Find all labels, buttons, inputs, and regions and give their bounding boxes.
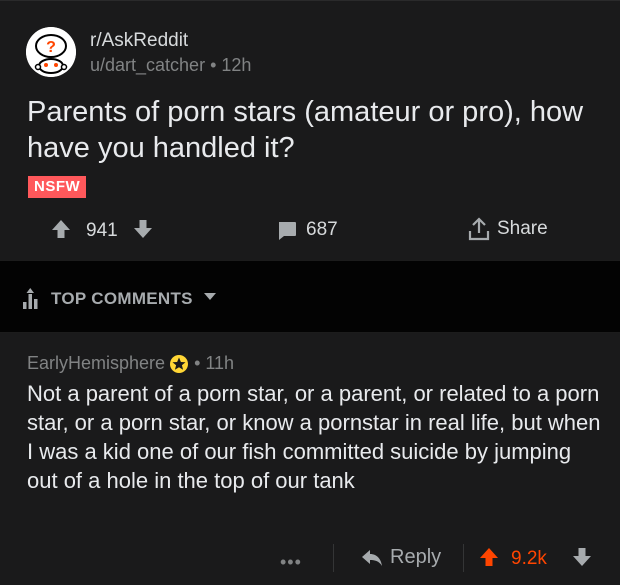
- share-icon: [468, 217, 490, 241]
- reply-icon: [362, 549, 382, 566]
- sort-label[interactable]: TOP COMMENTS: [51, 289, 193, 309]
- divider: [333, 544, 334, 572]
- share-button[interactable]: Share: [467, 216, 548, 242]
- svg-text:?: ?: [46, 39, 56, 56]
- comments-button[interactable]: 687: [276, 219, 338, 241]
- sort-top-icon: [23, 288, 38, 309]
- comment-icon: [279, 222, 296, 240]
- post-age: 12h: [221, 55, 252, 75]
- comment-count: 687: [306, 219, 338, 240]
- comment-downvote-button[interactable]: [571, 546, 593, 573]
- downvote-icon: [134, 220, 152, 238]
- comment-actions: ••• Reply 9.2k: [0, 538, 620, 578]
- upvote-icon: [480, 548, 498, 566]
- subreddit-avatar[interactable]: ?: [26, 27, 76, 77]
- comment-meta: EarlyHemisphere • 11h: [27, 353, 234, 374]
- reddit-snoo-question-icon: ?: [26, 27, 76, 77]
- comment-card: EarlyHemisphere • 11h Not a parent of a …: [0, 333, 620, 585]
- comment-author[interactable]: EarlyHemisphere: [27, 353, 165, 374]
- comment-sort-bar[interactable]: TOP COMMENTS: [0, 260, 620, 333]
- award-icon: [170, 354, 189, 373]
- post-upvote-button[interactable]: [50, 218, 72, 240]
- post-downvote-button[interactable]: [132, 218, 154, 245]
- comment-body: Not a parent of a porn star, or a parent…: [27, 381, 601, 493]
- reply-button[interactable]: Reply: [360, 546, 441, 569]
- nsfw-badge: NSFW: [28, 176, 87, 198]
- caret-down-icon[interactable]: [203, 292, 217, 302]
- more-options-button[interactable]: •••: [280, 552, 302, 573]
- post-title[interactable]: Parents of porn stars (amateur or pro), …: [27, 94, 587, 166]
- post-card: ? r/AskReddit u/dart_catcher • 12h Parents…: [0, 0, 620, 260]
- reply-label: Reply: [390, 546, 442, 568]
- post-actions: 941 687 Share: [0, 211, 620, 249]
- share-label: Share: [497, 218, 548, 239]
- divider: [463, 544, 464, 572]
- post-author[interactable]: u/dart_catcher: [90, 55, 205, 75]
- meta-separator: •: [210, 55, 217, 75]
- subreddit-name[interactable]: r/AskReddit: [90, 30, 188, 52]
- comment-age: 11h: [205, 353, 235, 373]
- post-score: 941: [86, 220, 118, 241]
- meta-separator: •: [194, 353, 201, 373]
- comment-upvote-button[interactable]: [478, 546, 500, 573]
- downvote-icon: [573, 548, 591, 566]
- upvote-icon: [52, 220, 70, 238]
- post-meta: u/dart_catcher • 12h: [90, 55, 251, 76]
- comment-score: 9.2k: [511, 548, 547, 569]
